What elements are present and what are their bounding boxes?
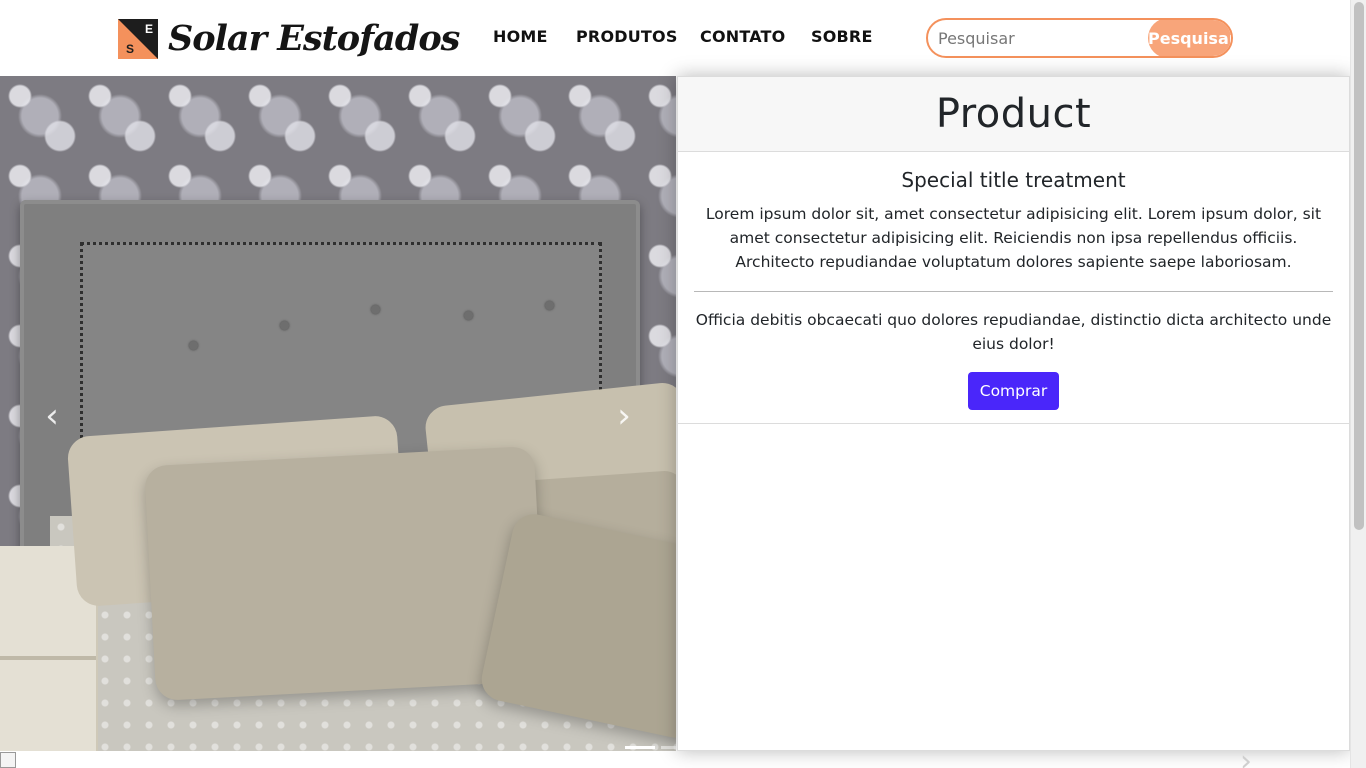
logo-badge-letter-s: S [126, 41, 135, 56]
tuft [189, 341, 198, 350]
tuft [545, 301, 554, 310]
logo[interactable]: E S Solar Estofados [118, 18, 460, 59]
chevron-left-icon: ‹ [45, 396, 59, 436]
carousel-indicator[interactable] [625, 746, 655, 749]
nav-sobre[interactable]: SOBRE [811, 27, 873, 46]
card-divider [694, 291, 1333, 292]
tuft [280, 321, 289, 330]
card-description-secondary: Officia debitis obcaecati quo dolores re… [695, 311, 1332, 353]
chevron-right-icon[interactable]: › [1240, 744, 1252, 768]
broken-image-icon [0, 752, 16, 768]
main-nav: HOME PRODUTOS CONTATO SOBRE [493, 27, 873, 46]
product-card: Product Special title treatment Lorem ip… [677, 76, 1350, 751]
card-header-title: Product [935, 91, 1092, 137]
carousel-next-button[interactable]: › [604, 376, 644, 456]
logo-badge-letter-e: E [144, 21, 153, 36]
tuft [464, 311, 473, 320]
search-form: Pesquisar [926, 18, 1233, 58]
search-input[interactable] [928, 20, 1148, 56]
card-title: Special title treatment [901, 168, 1126, 192]
search-button[interactable]: Pesquisar [1148, 20, 1231, 56]
carousel-indicators [625, 746, 676, 749]
card-header: Product [678, 77, 1349, 152]
product-carousel: ‹ › [0, 76, 676, 751]
logo-text: Solar Estofados [168, 18, 460, 59]
page-scrollbar[interactable] [1350, 0, 1366, 768]
logo-badge: E S [118, 18, 158, 59]
carousel-indicator[interactable] [661, 746, 676, 749]
chevron-right-icon: › [617, 396, 631, 436]
nav-home[interactable]: HOME [493, 27, 576, 46]
nightstand-shelf [0, 656, 96, 660]
card-description: Lorem ipsum dolor sit, amet consectetur … [705, 205, 1322, 271]
nav-produtos[interactable]: PRODUTOS [576, 27, 700, 46]
scrollbar-thumb[interactable] [1354, 2, 1364, 530]
nav-contato[interactable]: CONTATO [700, 27, 811, 46]
site-header: E S Solar Estofados HOME PRODUTOS CONTAT… [0, 0, 1350, 76]
carousel-prev-button[interactable]: ‹ [32, 376, 72, 456]
buy-button[interactable]: Comprar [967, 372, 1060, 410]
tuft [371, 305, 380, 314]
card-body: Special title treatment Lorem ipsum dolo… [678, 152, 1349, 424]
